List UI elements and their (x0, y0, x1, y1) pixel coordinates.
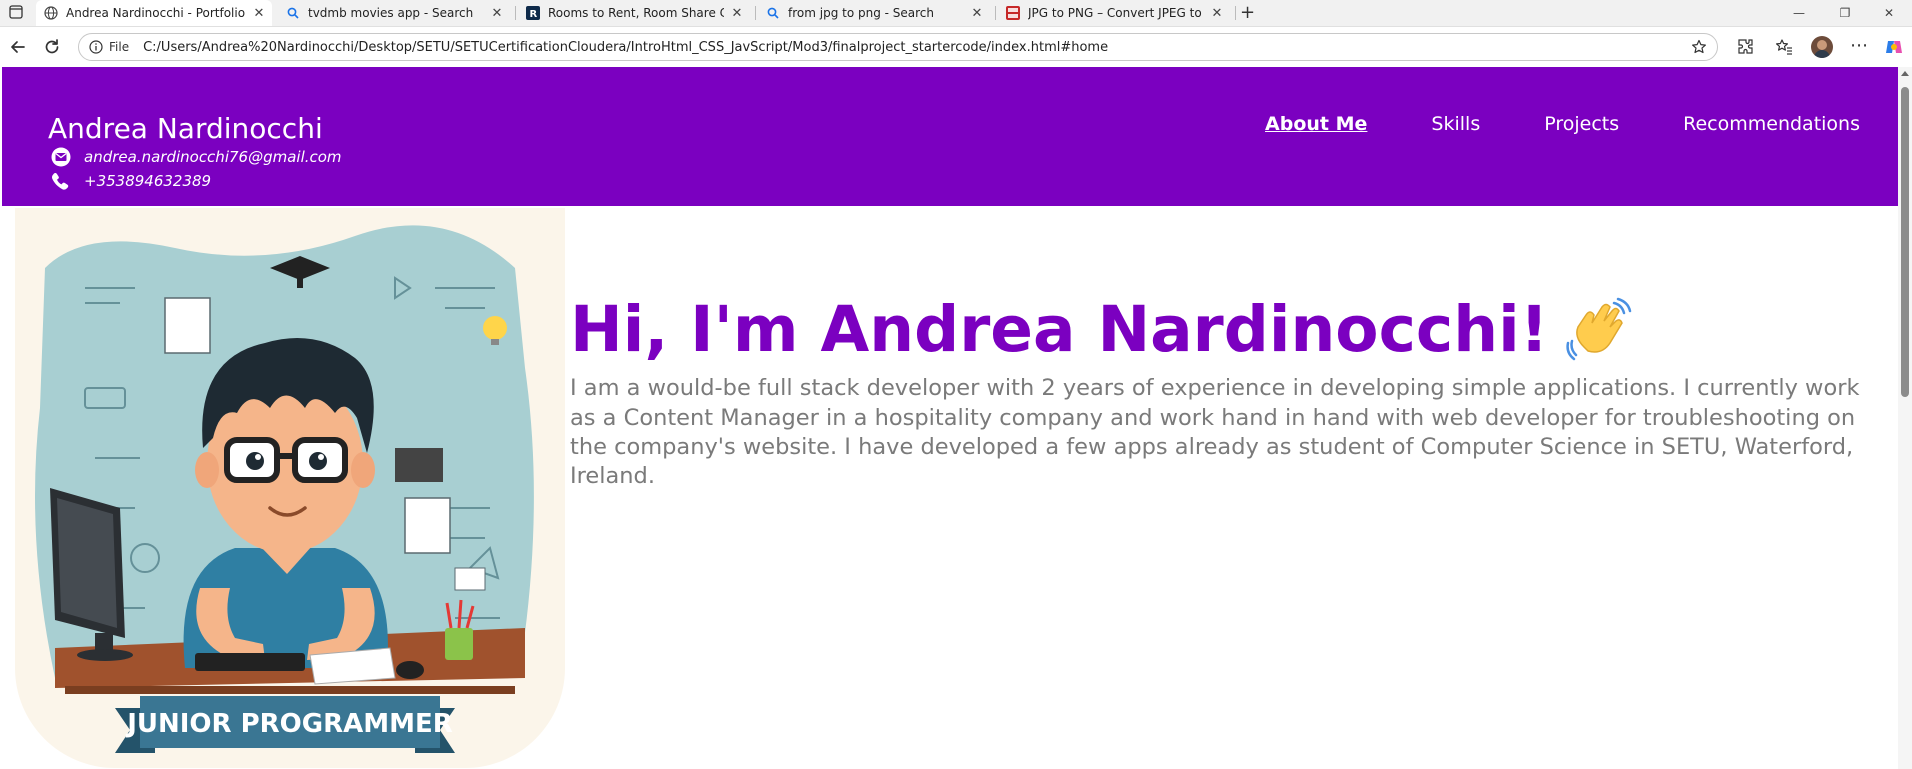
tab-separator (515, 6, 516, 20)
hero-heading: Hi, I'm Andrea Nardinocchi! (570, 295, 1890, 364)
tab-rooms-to-rent[interactable]: R Rooms to Rent, Room Share Cork ✕ (520, 0, 750, 26)
site-owner-name: Andrea Nardinocchi (48, 112, 323, 145)
new-tab-icon[interactable]: + (1240, 2, 1255, 23)
email-text: andrea.nardinocchi76@gmail.com (84, 148, 342, 166)
close-icon[interactable]: ✕ (730, 6, 744, 21)
copilot-icon[interactable] (1884, 37, 1904, 57)
tab-title: Rooms to Rent, Room Share Cork (548, 6, 724, 20)
globe-icon (44, 6, 58, 20)
info-icon[interactable] (89, 40, 103, 54)
browser-toolbar: File C:/Users/Andrea%20Nardinocchi/Deskt… (0, 27, 1912, 67)
banner-text: JUNIOR PROGRAMMER (125, 709, 453, 739)
scrollbar-thumb[interactable] (1901, 87, 1909, 397)
tab-separator (755, 6, 756, 20)
tab-jpg-png-search[interactable]: from jpg to png - Search ✕ (760, 0, 990, 26)
favorites-icon[interactable] (1775, 38, 1793, 56)
phone-text: +353894632389 (84, 172, 212, 190)
page-viewport: Andrea Nardinocchi andrea.nardinocchi76@… (0, 67, 1912, 769)
tab-actions-icon[interactable] (8, 4, 24, 20)
window-close-icon[interactable]: ✕ (1866, 0, 1912, 26)
page-scrollbar[interactable] (1898, 67, 1912, 769)
r-logo-icon: R (526, 6, 540, 20)
address-bar[interactable]: File C:/Users/Andrea%20Nardinocchi/Deskt… (78, 33, 1718, 61)
search-icon (286, 6, 300, 20)
favorite-star-icon[interactable] (1691, 39, 1707, 55)
close-icon[interactable]: ✕ (1210, 6, 1224, 21)
tab-title: Andrea Nardinocchi - Portfolio (66, 6, 246, 20)
jpg-png-icon (1006, 6, 1020, 20)
more-options-icon[interactable]: ⋯ (1850, 35, 1868, 56)
url-text[interactable]: C:/Users/Andrea%20Nardinocchi/Desktop/SE… (143, 40, 1108, 55)
nav-about-me[interactable]: About Me (1265, 113, 1367, 135)
tab-separator (1235, 6, 1236, 20)
scroll-up-arrow-icon[interactable] (1901, 71, 1909, 76)
nav-projects[interactable]: Projects (1544, 113, 1619, 135)
contact-phone[interactable]: +353894632389 (50, 171, 211, 191)
phone-icon (51, 172, 69, 190)
svg-text:R: R (530, 9, 538, 20)
nav-skills[interactable]: Skills (1431, 113, 1480, 135)
close-icon[interactable]: ✕ (490, 6, 504, 21)
search-icon (766, 6, 780, 20)
junior-programmer-illustration: JUNIOR PROGRAMMER (15, 208, 565, 768)
contact-email[interactable]: andrea.nardinocchi76@gmail.com (50, 147, 342, 167)
site-header: Andrea Nardinocchi andrea.nardinocchi76@… (2, 67, 1898, 206)
tab-separator (995, 6, 996, 20)
email-icon (51, 147, 71, 167)
extensions-icon[interactable] (1737, 38, 1755, 56)
close-icon[interactable]: ✕ (970, 6, 984, 21)
profile-avatar[interactable] (1811, 36, 1833, 58)
tab-title: tvdmb movies app - Search (308, 6, 474, 20)
waving-hand-icon (1566, 297, 1632, 360)
refresh-icon[interactable] (42, 37, 62, 57)
tab-portfolio[interactable]: Andrea Nardinocchi - Portfolio ✕ (36, 0, 272, 26)
close-icon[interactable]: ✕ (252, 6, 266, 21)
hero-title-text: Hi, I'm Andrea Nardinocchi! (570, 293, 1549, 366)
tab-tvdmb-search[interactable]: tvdmb movies app - Search ✕ (280, 0, 510, 26)
minimize-icon[interactable]: — (1776, 0, 1822, 26)
about-section: Hi, I'm Andrea Nardinocchi! I am a would… (570, 295, 1890, 491)
tab-title: JPG to PNG – Convert JPEG to PN (1028, 6, 1204, 20)
hero-bio: I am a would-be full stack developer wit… (570, 375, 1860, 490)
tab-jpg-to-png[interactable]: JPG to PNG – Convert JPEG to PN ✕ (1000, 0, 1230, 26)
back-arrow-icon[interactable] (8, 37, 28, 57)
browser-tab-bar: Andrea Nardinocchi - Portfolio ✕ tvdmb m… (0, 0, 1912, 27)
maximize-icon[interactable]: ❐ (1822, 0, 1868, 26)
main-nav: About Me Skills Projects Recommendations (1265, 113, 1860, 135)
tab-title: from jpg to png - Search (788, 6, 935, 20)
url-scheme: File (109, 40, 130, 54)
nav-recommendations[interactable]: Recommendations (1683, 113, 1860, 135)
